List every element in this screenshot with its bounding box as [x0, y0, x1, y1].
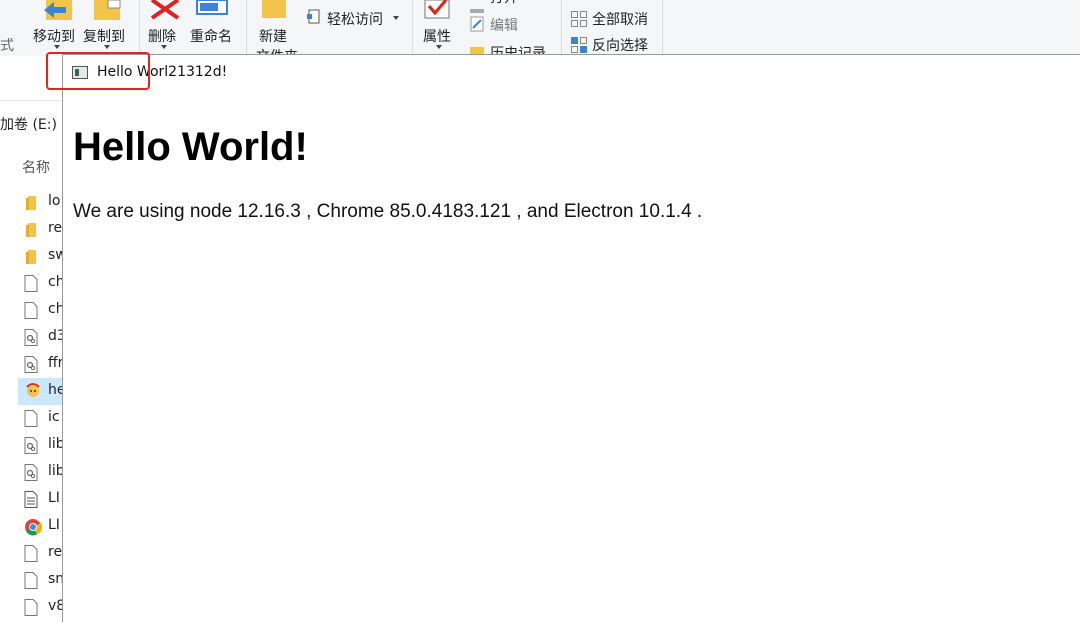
file-list-item[interactable]: LI: [18, 486, 62, 513]
copy-to-button[interactable]: [92, 0, 126, 26]
open-button[interactable]: 打开: [490, 0, 518, 7]
address-bar-path[interactable]: 加卷 (E:): [0, 114, 62, 134]
easy-access-dropdown-icon[interactable]: [393, 16, 399, 20]
folder-icon: [24, 194, 38, 211]
file-name: re: [48, 544, 62, 560]
file-name: lib: [48, 463, 62, 479]
explorer-file-pane: 加卷 (E:) 名称 lo re sw ch ch d3 ffr he ic lib lib LI LI…: [0, 56, 62, 622]
ribbon-separator: [412, 0, 413, 56]
file-list-item[interactable]: ch: [18, 270, 62, 297]
edit-icon[interactable]: [470, 16, 486, 36]
file-name: ch: [48, 274, 62, 290]
move-to-button[interactable]: [42, 0, 76, 26]
explorer-ribbon: 式 移动到 复制到 删除 重命名 新建 轻松访问 属性 编辑 全部取消 反向选择: [0, 0, 1080, 65]
file-list-item[interactable]: sn: [18, 567, 62, 594]
file-icon: [24, 302, 38, 319]
version-info-text: We are using node 12.16.3 , Chrome 85.0.…: [73, 201, 703, 222]
file-list-item[interactable]: d3: [18, 324, 62, 351]
app-icon: [24, 383, 40, 400]
red-highlight-box: [46, 52, 150, 90]
file-list-item[interactable]: he: [18, 378, 62, 405]
file-list-item[interactable]: re: [18, 216, 62, 243]
column-header-name[interactable]: 名称: [22, 157, 50, 177]
file-list-item[interactable]: sw: [18, 243, 62, 270]
copy-to-icon: [94, 0, 121, 20]
chrome-icon: [24, 518, 43, 536]
file-name: lib: [48, 436, 62, 452]
file-icon: [24, 545, 38, 562]
properties-button[interactable]: [424, 0, 452, 24]
easy-access-button[interactable]: 轻松访问: [327, 9, 383, 29]
electron-window[interactable]: Hello Worl21312d! Hello World! We are us…: [62, 54, 1080, 622]
dll-icon: [24, 356, 38, 373]
file-name: LI: [48, 517, 60, 533]
file-list-item[interactable]: ic: [18, 405, 62, 432]
file-name: ch: [48, 301, 62, 317]
file-icon: [24, 599, 38, 616]
new-folder-button[interactable]: [262, 0, 290, 24]
rename-button[interactable]: [196, 0, 230, 24]
text-file-icon: [24, 491, 38, 508]
ribbon-separator: [139, 0, 140, 56]
properties-label[interactable]: 属性: [423, 26, 451, 46]
move-to-label[interactable]: 移动到: [33, 26, 75, 46]
window-content: Hello World! We are using node 12.16.3 ,…: [63, 91, 1080, 623]
dll-icon: [24, 464, 38, 481]
edit-button[interactable]: 编辑: [490, 15, 518, 35]
new-folder-label[interactable]: 新建: [259, 26, 287, 46]
file-list-item[interactable]: lib: [18, 459, 62, 486]
address-divider: [0, 100, 62, 101]
dll-icon: [24, 437, 38, 454]
easy-access-icon[interactable]: [306, 9, 322, 29]
dll-icon: [24, 329, 38, 346]
ribbon-separator: [662, 0, 663, 56]
file-list-item[interactable]: lib: [18, 432, 62, 459]
properties-icon: [424, 0, 450, 19]
rename-icon: [196, 0, 228, 15]
file-icon: [24, 410, 38, 427]
folder-icon: [24, 248, 38, 265]
delete-label[interactable]: 删除: [148, 26, 176, 46]
new-folder-icon: [262, 0, 286, 18]
file-name: v8: [48, 598, 62, 614]
copy-to-dropdown-icon[interactable]: [104, 45, 110, 49]
file-list-item[interactable]: v8: [18, 594, 62, 621]
file-name: re: [48, 220, 62, 236]
delete-button[interactable]: [150, 0, 180, 24]
delete-icon: [150, 0, 180, 20]
move-to-dropdown-icon[interactable]: [54, 45, 60, 49]
file-name: ffr: [48, 355, 62, 371]
file-list-item[interactable]: LI: [18, 513, 62, 540]
ribbon-separator: [246, 0, 247, 56]
copy-to-label[interactable]: 复制到: [83, 26, 125, 46]
file-icon: [24, 572, 38, 589]
window-titlebar[interactable]: Hello Worl21312d!: [63, 55, 1080, 91]
select-none-button[interactable]: 全部取消: [592, 9, 648, 29]
select-none-icon[interactable]: [571, 11, 587, 31]
file-list-item[interactable]: lo: [18, 189, 62, 216]
properties-dropdown-icon[interactable]: [436, 45, 442, 49]
rename-label[interactable]: 重命名: [190, 26, 232, 46]
ribbon-partial-label: 式: [0, 38, 14, 54]
invert-selection-button[interactable]: 反向选择: [592, 35, 648, 55]
file-name: LI: [48, 490, 60, 506]
file-list-item[interactable]: re: [18, 540, 62, 567]
file-name: d3: [48, 328, 62, 344]
delete-dropdown-icon[interactable]: [161, 45, 167, 49]
file-name: ic: [48, 409, 60, 425]
move-to-icon: [44, 0, 72, 20]
file-list-item[interactable]: ffr: [18, 351, 62, 378]
file-list-item[interactable]: ch: [18, 297, 62, 324]
folder-icon: [24, 221, 38, 238]
file-name: lo: [48, 193, 61, 209]
page-heading: Hello World!: [73, 125, 308, 169]
file-name: sn: [48, 571, 62, 587]
file-name: he: [48, 382, 62, 398]
file-name: sw: [48, 247, 62, 263]
file-icon: [24, 275, 38, 292]
ribbon-separator: [561, 0, 562, 56]
